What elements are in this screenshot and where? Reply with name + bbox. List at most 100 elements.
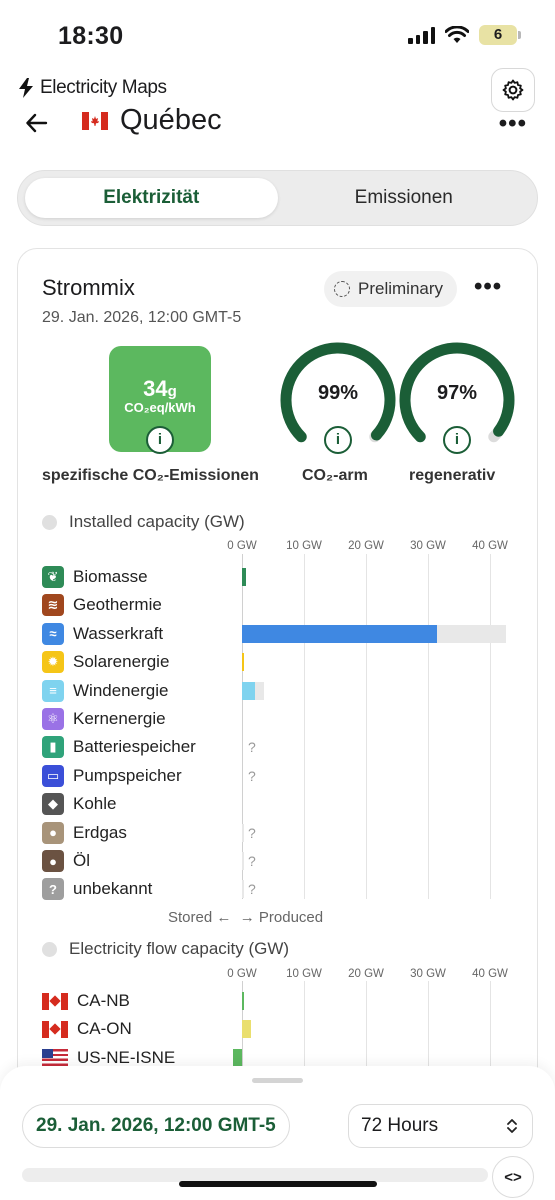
capacity-bar [242, 823, 244, 842]
preliminary-label: Preliminary [358, 279, 444, 298]
toggle-dot[interactable] [42, 941, 57, 957]
source-row[interactable]: ▭ Pumpspeicher [42, 764, 182, 788]
renewable-value: 97% [436, 382, 478, 404]
flow-bar[interactable] [242, 1020, 251, 1039]
unknown-value-mark: ? [248, 881, 256, 898]
source-label: Öl [73, 851, 90, 870]
renewable-gauge[interactable]: 97% i [399, 342, 515, 458]
leaf-icon: ❦ [42, 566, 64, 588]
source-row[interactable]: ✹ Solarenergie [42, 650, 169, 674]
us-flag-icon [42, 1049, 68, 1067]
co2-unit: CO₂eq/kWh [124, 400, 196, 415]
sheet-grabber[interactable] [252, 1078, 303, 1083]
gas-icon: ● [42, 821, 64, 844]
production-bar[interactable] [242, 624, 438, 643]
installed-capacity-header[interactable]: Installed capacity (GW) [42, 512, 245, 532]
source-label: Wasserkraft [73, 623, 164, 643]
zone-name: Québec [120, 104, 222, 136]
capacity-bar [242, 880, 244, 899]
time-controller-sheet: 29. Jan. 2026, 12:00 GMT-5 72 Hours <> [0, 1066, 555, 1200]
production-bar[interactable] [242, 653, 244, 672]
source-label: Windenergie [73, 680, 169, 700]
more-options-icon[interactable]: ••• [499, 110, 527, 138]
date-picker-button[interactable]: 29. Jan. 2026, 12:00 GMT-5 [22, 1104, 290, 1148]
card-more-icon[interactable]: ••• [474, 273, 502, 301]
wind-icon: ≡ [42, 679, 64, 702]
info-icon[interactable]: i [146, 426, 174, 454]
source-row[interactable]: ▮ Batteriespeicher [42, 735, 196, 759]
flow-zone-label: CA-NB [77, 991, 130, 1010]
time-range-value: 72 Hours [361, 1115, 439, 1136]
question-icon: ? [42, 878, 64, 901]
flow-bar[interactable] [232, 1048, 242, 1067]
gridline [304, 554, 305, 899]
stored-label: Stored ← [168, 909, 232, 926]
tab-electricity[interactable]: Elektrizität [25, 178, 278, 218]
geothermal-icon: ≋ [42, 594, 64, 617]
source-label: Pumpspeicher [73, 765, 182, 785]
preliminary-badge[interactable]: Preliminary [324, 271, 458, 307]
flow-bar[interactable] [242, 992, 244, 1010]
status-time: 18:30 [58, 22, 124, 50]
produced-label: → Produced [239, 909, 324, 926]
source-row[interactable]: ≈ Wasserkraft [42, 622, 163, 646]
battery-icon: ▮ [42, 736, 64, 759]
time-range-select[interactable]: 72 Hours [348, 1104, 533, 1148]
unknown-value-mark: ? [248, 824, 256, 841]
atom-icon: ⚛ [42, 708, 64, 730]
time-slider[interactable] [22, 1168, 488, 1182]
info-icon[interactable]: i [324, 426, 352, 454]
axis-tick-label: 10 GW [286, 968, 322, 980]
lightning-logo-icon [19, 78, 33, 98]
production-bar[interactable] [242, 568, 246, 586]
production-bar[interactable] [242, 681, 256, 700]
axis-tick-label: 10 GW [286, 540, 322, 552]
coal-icon: ◆ [42, 793, 64, 816]
battery-icon: 6 [479, 25, 521, 45]
source-row[interactable]: ● Öl [42, 849, 90, 873]
source-row[interactable]: ● Erdgas [42, 821, 127, 845]
source-row[interactable]: ≋ Geothermie [42, 593, 162, 617]
flow-row[interactable]: CA-ON [42, 1017, 132, 1041]
dashed-circle-icon [334, 281, 350, 297]
card-title: Strommix [42, 275, 135, 300]
source-label: Biomasse [73, 567, 148, 586]
installed-capacity-title: Installed capacity (GW) [69, 512, 245, 531]
source-row[interactable]: ◆ Kohle [42, 792, 116, 816]
flow-zone-label: CA-ON [77, 1019, 132, 1039]
axis-tick-label: 30 GW [410, 540, 446, 552]
wave-icon: ≈ [42, 622, 64, 645]
gridline [490, 554, 491, 899]
settings-button[interactable] [491, 68, 535, 112]
co2-intensity-tile[interactable]: 34g CO₂eq/kWh i [109, 346, 211, 454]
axis-tick-label: 0 GW [227, 540, 257, 552]
oil-icon: ● [42, 850, 64, 872]
source-row[interactable]: ❦ Biomasse [42, 565, 148, 589]
axis-tick-label: 20 GW [348, 540, 384, 552]
axis-tick-label: 0 GW [227, 968, 257, 980]
gridline [428, 554, 429, 899]
unknown-value-mark: ? [248, 767, 256, 784]
ca-flag-icon [42, 1020, 68, 1038]
source-row[interactable]: ⚛ Kernenergie [42, 707, 166, 731]
chevron-updown-icon [507, 1119, 517, 1133]
low-carbon-gauge[interactable]: 99% i [280, 342, 396, 458]
wifi-icon [445, 26, 469, 43]
flow-capacity-header[interactable]: Electricity flow capacity (GW) [42, 939, 289, 959]
low-carbon-label: CO₂-arm [302, 467, 368, 484]
gridline [242, 554, 243, 899]
unknown-value-mark: ? [248, 739, 256, 756]
tab-emissions[interactable]: Emissionen [278, 178, 531, 218]
info-icon[interactable]: i [443, 426, 471, 454]
source-row[interactable]: ≡ Windenergie [42, 679, 168, 703]
expand-code-icon[interactable]: <> [492, 1156, 534, 1198]
unknown-value-mark: ? [248, 853, 256, 869]
co2-intensity-label: spezifische CO₂-Emissionen [42, 467, 259, 484]
view-tabs: Elektrizität Emissionen [17, 170, 538, 226]
toggle-dot[interactable] [42, 514, 57, 530]
axis-tick-label: 30 GW [410, 968, 446, 980]
co2-value-unit: g [167, 383, 177, 400]
flow-row[interactable]: CA-NB [42, 989, 130, 1013]
back-arrow-icon[interactable] [24, 110, 50, 136]
source-row[interactable]: ? unbekannt [42, 877, 152, 901]
